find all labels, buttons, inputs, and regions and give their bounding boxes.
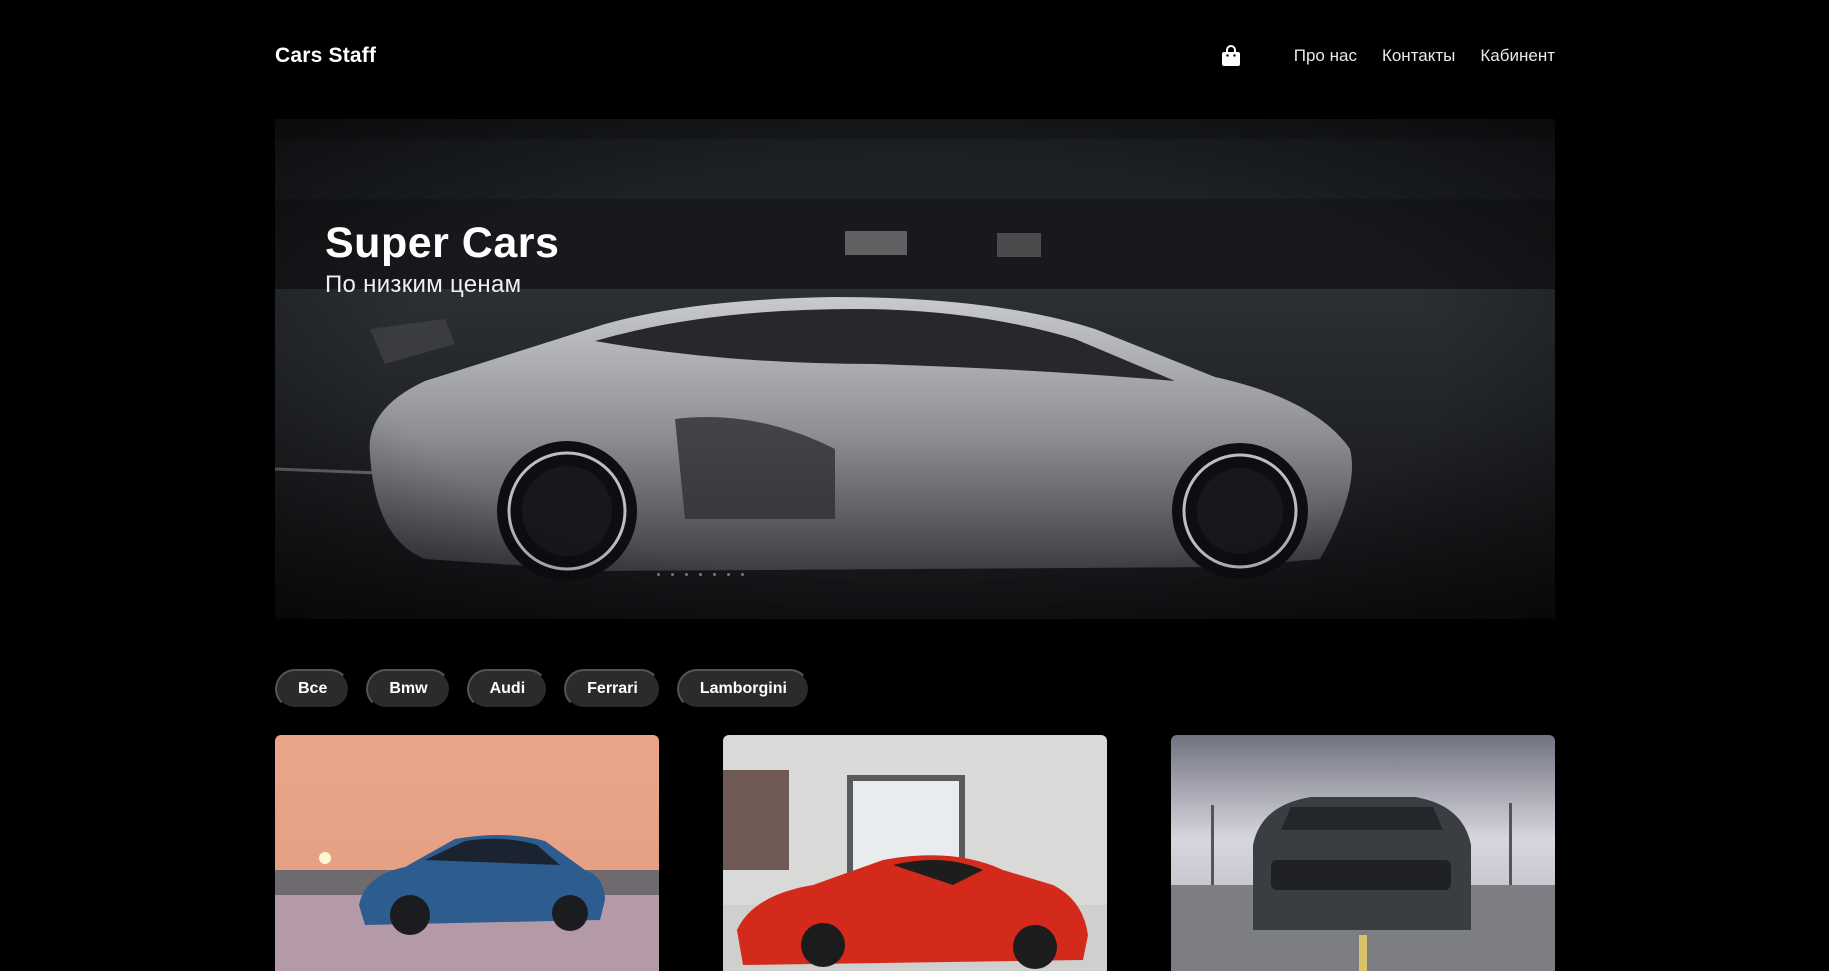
site-header: Cars Staff Про нас Контакты Кабинент — [275, 40, 1555, 76]
car-card-bmw[interactable] — [275, 735, 659, 971]
slider-dot[interactable] — [657, 573, 660, 576]
car-card-ferrari[interactable] — [723, 735, 1107, 971]
hero-banner: Super Cars По низким ценам — [275, 119, 1555, 619]
site-logo[interactable]: Cars Staff — [275, 44, 376, 68]
filter-bmw[interactable]: Bmw — [366, 669, 451, 709]
car-photo-mustang — [1171, 735, 1555, 971]
slider-dot[interactable] — [741, 573, 744, 576]
slider-dot[interactable] — [699, 573, 702, 576]
shopping-bag-icon[interactable] — [1221, 45, 1241, 67]
filter-lamborgini[interactable]: Lamborgini — [676, 669, 810, 709]
slider-dot[interactable] — [727, 573, 730, 576]
slider-dots — [657, 573, 744, 576]
filter-all[interactable]: Все — [275, 669, 351, 709]
main-nav: Про нас Контакты Кабинент — [1221, 42, 1555, 70]
car-card-mustang[interactable] — [1171, 735, 1555, 971]
slider-dot[interactable] — [685, 573, 688, 576]
hero-subtitle: По низким ценам — [325, 271, 522, 298]
hero-car-image — [275, 119, 1555, 619]
car-grid — [275, 735, 1555, 971]
filter-ferrari[interactable]: Ferrari — [564, 669, 661, 709]
slider-dot[interactable] — [671, 573, 674, 576]
hero-title: Super Cars — [325, 219, 560, 267]
nav-link-contacts[interactable]: Контакты — [1382, 46, 1455, 66]
slider-dot[interactable] — [713, 573, 716, 576]
nav-link-cabinet[interactable]: Кабинент — [1480, 46, 1555, 66]
car-photo-bmw — [275, 735, 659, 971]
nav-link-about[interactable]: Про нас — [1294, 46, 1357, 66]
car-photo-ferrari — [723, 735, 1107, 971]
brand-filters: Все Bmw Audi Ferrari Lamborgini — [275, 669, 810, 709]
filter-audi[interactable]: Audi — [466, 669, 549, 709]
